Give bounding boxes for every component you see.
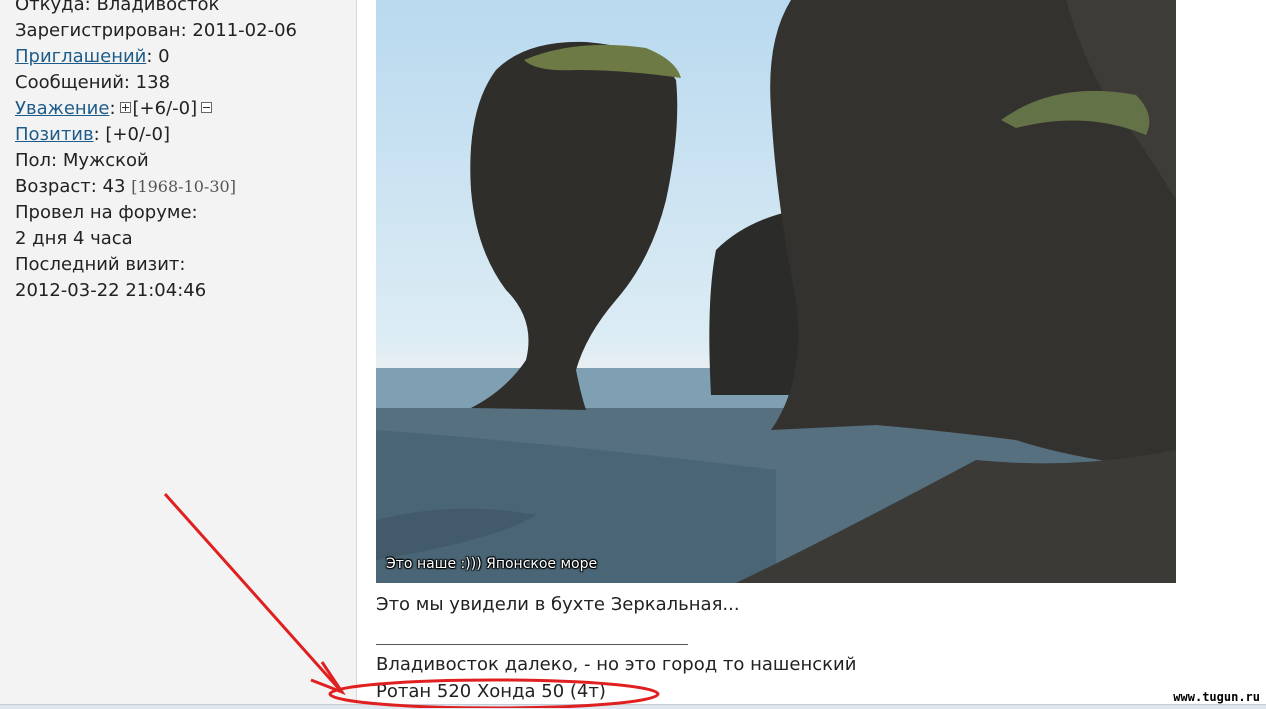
respect-link[interactable]: Уважение [15,98,109,119]
profile-messages: Сообщений: 138 [15,72,171,93]
signature-divider [376,644,688,645]
signature-line-2: Ротан 520 Хонда 50 (4т) [376,681,606,702]
profile-invites: Приглашений: 0 [15,44,297,70]
forum-time-value: 2 дня 4 часа [15,228,133,249]
signature-line-1: Владивосток далеко, - но это город то на… [376,654,857,675]
last-visit-value: 2012-03-22 21:04:46 [15,280,207,301]
age-value: Возраст: 43 [15,176,126,197]
positive-value: : [+0/-0] [93,124,170,145]
respect-minus-icon[interactable] [201,102,213,113]
profile-registered: Зарегистрирован: 2011-02-06 [15,20,297,41]
respect-value: [+6/-0] [132,98,198,119]
post-content: Это наше :))) Японское море Это мы увиде… [357,0,1266,704]
profile-from: Откуда: Владивосток [15,0,220,15]
photo-caption: Это наше :))) Японское море [386,556,598,572]
profile-positive: Позитив: [+0/-0] [15,122,297,148]
birth-date: [1968-10-30] [131,177,236,196]
sea-rocks-illustration [376,0,1176,583]
post-photo[interactable]: Это наше :))) Японское море [376,0,1176,583]
post-text: Это мы увидели в бухте Зеркальная... [376,594,740,615]
user-profile-sidebar: Откуда: Владивосток Зарегистрирован: 201… [0,0,357,704]
positive-link[interactable]: Позитив [15,124,94,145]
invites-value: : 0 [146,46,170,67]
forum-time-label: Провел на форуме: [15,202,198,223]
invites-link[interactable]: Приглашений [15,46,146,67]
profile-respect: Уважение: [+6/-0] [15,96,297,122]
user-profile-info: Откуда: Владивосток Зарегистрирован: 201… [15,0,297,304]
last-visit-label: Последний визит: [15,254,186,275]
respect-plus-icon[interactable] [119,102,131,113]
watermark: www.tugun.ru [1171,690,1262,704]
profile-age: Возраст: 43 [1968-10-30] [15,174,297,200]
profile-gender: Пол: Мужской [15,150,149,171]
bottom-border [0,704,1266,709]
